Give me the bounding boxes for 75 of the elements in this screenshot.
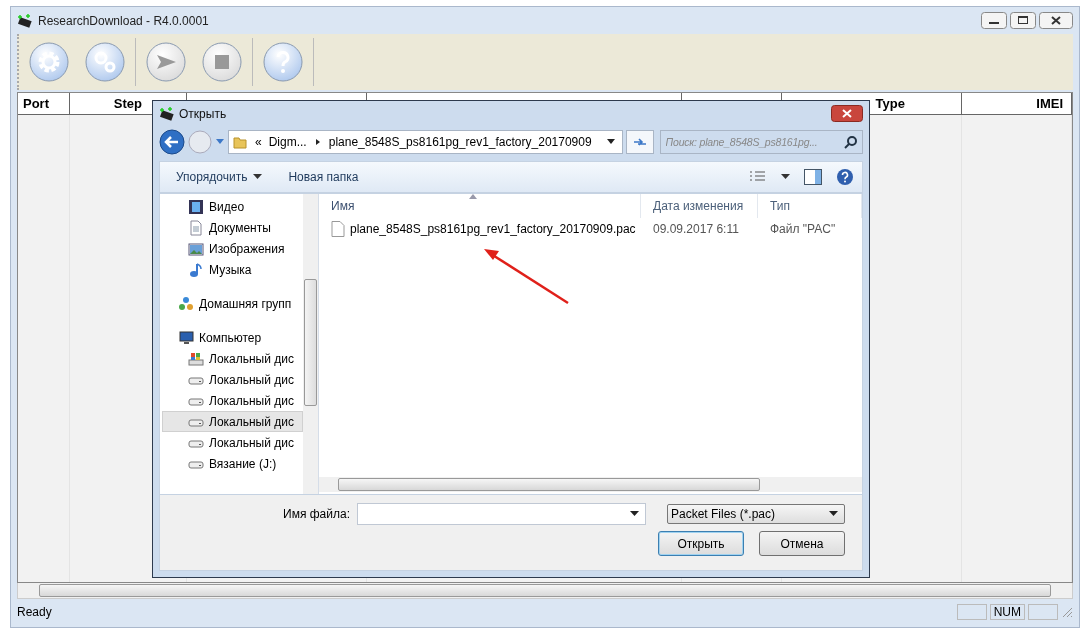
breadcrumb[interactable]: Digm... (268, 135, 307, 149)
gears-icon[interactable] (85, 42, 125, 82)
window-title: ResearchDownload - R4.0.0001 (38, 13, 209, 28)
network-icon (178, 295, 194, 312)
chevron-icon (313, 138, 322, 146)
nav-item[interactable]: Видео (160, 196, 303, 217)
dialog-button[interactable]: Открыть (658, 531, 744, 556)
status-indicator: NUM (989, 604, 1025, 620)
file-icon (331, 221, 345, 237)
nav-item[interactable]: Вязание (J:) (160, 453, 303, 474)
caret-icon[interactable] (605, 138, 616, 146)
breadcrumb[interactable]: plane_8548S_ps8161pg_rev1_factory_20170909 (328, 135, 592, 149)
help-icon[interactable] (836, 168, 854, 186)
file-type-dropdown[interactable]: Packet Files (*.pac) (667, 504, 845, 524)
play-icon[interactable] (146, 42, 186, 82)
dialog-button[interactable]: Отмена (759, 531, 845, 556)
music-note-icon (188, 261, 204, 278)
file-date: 09.09.2017 6:11 (653, 222, 739, 236)
status-pane (1028, 604, 1058, 620)
command-button[interactable]: Новая папка (282, 168, 365, 186)
caret-icon (630, 511, 640, 517)
minimize-button[interactable] (981, 12, 1007, 29)
drive-icon (188, 350, 204, 367)
column-header[interactable]: Дата изменения (653, 199, 744, 213)
nav-item[interactable]: Локальный дис (160, 348, 303, 369)
nav-item[interactable]: Домашняя групп (160, 293, 303, 314)
nav-item[interactable]: Документы (160, 217, 303, 238)
nav-item[interactable]: Локальный дис (160, 432, 303, 453)
sort-arrow-icon (469, 194, 477, 199)
horizontal-scrollbar[interactable] (319, 477, 862, 492)
folder-icon (232, 134, 248, 150)
status-text: Ready (17, 605, 52, 619)
maximize-button[interactable] (1010, 12, 1036, 29)
video-icon (188, 198, 204, 215)
caret-icon[interactable] (781, 174, 790, 180)
nav-item[interactable]: Компьютер (160, 327, 303, 348)
nav-item[interactable]: Локальный дис (160, 369, 303, 390)
address-bar[interactable]: « Digm... plane_8548S_ps8161pg_rev1_factory_20170909 (228, 130, 623, 154)
status-pane (956, 604, 987, 620)
picture-icon (188, 240, 204, 257)
nav-item[interactable]: Локальный дис (160, 390, 303, 411)
nav-item[interactable]: Изображения (160, 238, 303, 259)
command-button[interactable]: Упорядочить (170, 168, 269, 186)
file-name-field[interactable] (357, 503, 646, 525)
close-button[interactable] (1039, 12, 1073, 29)
app-icon (17, 13, 33, 28)
back-button[interactable] (159, 129, 185, 155)
horizontal-scrollbar[interactable] (17, 583, 1073, 599)
search-icon[interactable] (844, 135, 858, 149)
gear-icon[interactable] (29, 42, 69, 82)
computer-icon (178, 329, 194, 346)
caret-icon (829, 511, 839, 517)
refresh-button[interactable] (625, 130, 654, 154)
nav-item[interactable]: Локальный дис (162, 411, 303, 432)
caret-icon (253, 174, 263, 180)
breadcrumb[interactable]: « (255, 135, 262, 149)
vertical-scrollbar[interactable] (303, 194, 318, 494)
field-label: Имя файла: (283, 507, 350, 521)
document-icon (188, 219, 204, 236)
file-type: Файл "PAC" (770, 222, 836, 236)
resize-grip-icon[interactable] (1061, 606, 1073, 618)
nav-item[interactable]: Музыка (160, 259, 303, 280)
stop-icon[interactable] (202, 42, 242, 82)
app-icon (159, 106, 175, 121)
preview-pane-icon[interactable] (804, 169, 822, 185)
column-header[interactable]: Step (113, 96, 142, 111)
file-name[interactable]: plane_8548S_ps8161pg_rev1_factory_20170909.pac (350, 222, 636, 236)
search-field[interactable]: Поиск: plane_8548S_ps8161pg... (659, 130, 863, 154)
view-list-icon[interactable] (749, 170, 767, 184)
column-header[interactable]: IMEI (1036, 96, 1063, 111)
column-header[interactable]: Тип (770, 199, 790, 213)
column-header[interactable]: Имя (331, 199, 355, 213)
dialog-title: Открыть (179, 106, 227, 121)
column-header[interactable]: Type (875, 96, 905, 111)
close-button[interactable] (831, 105, 863, 122)
